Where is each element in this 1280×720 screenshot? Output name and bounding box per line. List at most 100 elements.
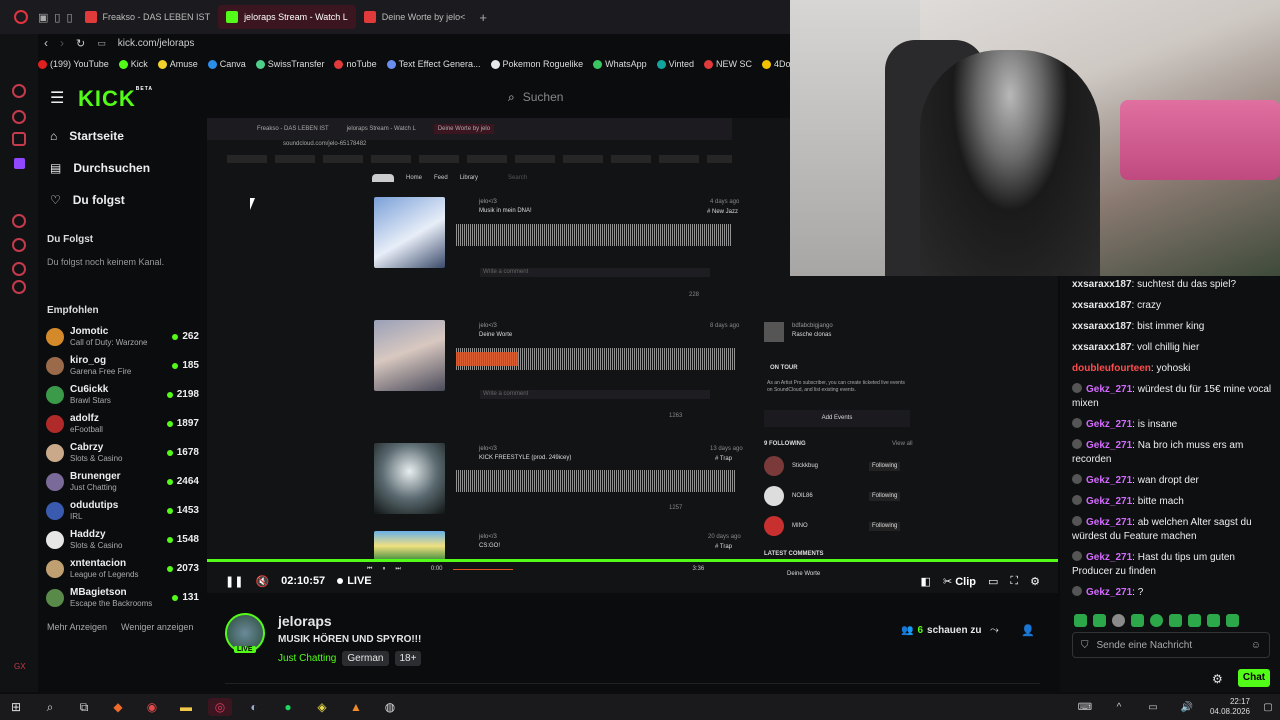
tag-18plus[interactable]: 18+ (394, 651, 422, 666)
sidebar-aria-icon[interactable] (12, 84, 26, 98)
address-input[interactable]: kick.com/jeloraps (118, 38, 195, 49)
pause-icon[interactable]: ❚❚ (225, 575, 243, 588)
bookmark-4[interactable]: SwissTransfer (255, 59, 324, 69)
tag-german[interactable]: German (342, 651, 389, 666)
obs-icon[interactable]: ◍ (378, 698, 402, 716)
browser-tab-0[interactable]: Freakso - DAS LEBEN IST (77, 5, 219, 29)
chat-username[interactable]: Gekz_271 (1086, 552, 1132, 563)
spotify-icon[interactable]: ● (276, 698, 300, 716)
sidebar-instagram-icon[interactable] (12, 132, 26, 146)
bookmark-11[interactable]: 4Dow (761, 59, 790, 69)
workspaces-icon[interactable]: ▣ (38, 11, 48, 24)
vlc-icon[interactable]: ▲ (344, 698, 368, 716)
emote-icon[interactable] (1074, 614, 1087, 627)
channel-name[interactable]: jeloraps (278, 613, 332, 629)
windows-start-icon[interactable]: ⊞ (4, 698, 28, 716)
sidebar-cube-icon[interactable] (12, 262, 26, 276)
chat-username[interactable]: Gekz_271 (1086, 440, 1132, 451)
keyboard-icon[interactable]: ⌨ (1073, 698, 1097, 716)
channel-item[interactable]: Jomotic Call of Duty: Warzone 262 (38, 322, 203, 351)
chat-username[interactable]: Gekz_271 (1086, 517, 1132, 528)
taskbar-clock[interactable]: 22:17 04.08.2026 (1210, 697, 1250, 717)
sidebar-clock-icon[interactable] (12, 238, 26, 252)
chat-settings-icon[interactable]: ⚙ (1212, 672, 1223, 686)
clip-button[interactable]: ✂ Clip (943, 575, 976, 588)
notification-icon[interactable]: ▢ (1261, 698, 1275, 716)
browser-tab-2[interactable]: Deine Worte by jelo< (356, 5, 474, 29)
nav-browse[interactable]: ▤ Durchsuchen (38, 152, 203, 184)
emote-icon[interactable] (1150, 614, 1163, 627)
chat-username[interactable]: xxsaraxx187 (1072, 300, 1132, 311)
network-icon[interactable]: ▭ (1141, 698, 1165, 716)
live-indicator[interactable]: LIVE (337, 575, 372, 587)
mute-icon[interactable]: 🔇 (255, 575, 269, 588)
sidebar-twitch-icon[interactable] (14, 158, 25, 169)
follow-user-icon[interactable]: 👤 (1021, 624, 1035, 637)
stream-progress-bar[interactable] (207, 559, 1058, 562)
sidebar-history-icon[interactable] (12, 214, 26, 228)
opera-logo-icon[interactable] (14, 10, 28, 24)
search-input[interactable]: Suchen (523, 90, 564, 104)
search-bar[interactable]: ⌕ Suchen (508, 86, 748, 108)
emote-icon[interactable] (1131, 614, 1144, 627)
bookmark-9[interactable]: Vinted (656, 59, 694, 69)
explorer-icon[interactable]: ▬ (174, 698, 198, 716)
bookmark-5[interactable]: noTube (334, 59, 377, 69)
menu-icon[interactable]: ☰ (50, 88, 64, 108)
chat-send-button[interactable]: Chat (1238, 669, 1270, 687)
chrome-icon[interactable]: ◉ (140, 698, 164, 716)
show-more-link[interactable]: Mehr Anzeigen (47, 622, 107, 632)
chat-username[interactable]: Gekz_271 (1086, 475, 1132, 486)
bookmark-10[interactable]: NEW SC (703, 59, 752, 69)
channel-item[interactable]: Haddzy Slots & Casino 1548 (38, 525, 203, 554)
browser-tab-1[interactable]: jeloraps Stream - Watch L (218, 5, 356, 29)
sidebar-messenger-icon[interactable] (12, 110, 26, 124)
emote-icon[interactable] (1226, 614, 1239, 627)
reload-icon[interactable]: ↻ (76, 37, 85, 50)
bookmark-8[interactable]: WhatsApp (593, 59, 647, 69)
bookmark-1[interactable]: Kick (118, 59, 148, 69)
taskbar-app-icon[interactable]: ◈ (310, 698, 334, 716)
forward-icon[interactable]: › (60, 36, 64, 50)
new-tab-icon[interactable]: + (479, 10, 487, 25)
sidebar-gx-icon[interactable]: GX (14, 662, 26, 671)
task-view-icon[interactable]: ⧉ (72, 698, 96, 716)
channel-item[interactable]: Brunenger Just Chatting 2464 (38, 467, 203, 496)
channel-item[interactable]: Cabrzy Slots & Casino 1678 (38, 438, 203, 467)
pip-icon[interactable]: ◧ (921, 575, 931, 588)
tab-pages-icon[interactable]: ▯ (54, 11, 60, 24)
chat-username[interactable]: Gekz_271 (1086, 496, 1132, 507)
chat-username[interactable]: Gekz_271 (1086, 419, 1132, 430)
emote-icon[interactable] (1093, 614, 1106, 627)
emoji-icon[interactable]: ☺ (1251, 640, 1261, 651)
chat-username[interactable]: xxsaraxx187 (1072, 321, 1132, 332)
bookmark-3[interactable]: Canva (207, 59, 246, 69)
channel-item[interactable]: adolfz eFootball 1897 (38, 409, 203, 438)
bookmark-2[interactable]: Amuse (157, 59, 198, 69)
fullscreen-icon[interactable]: ⛶ (1010, 575, 1018, 588)
chat-username[interactable]: Gekz_271 (1086, 384, 1132, 395)
bookmark-0[interactable]: (199) YouTube (38, 59, 109, 69)
theater-mode-icon[interactable]: ▭ (988, 575, 998, 588)
channel-item[interactable]: kiro_og Garena Free Fire 185 (38, 351, 203, 380)
emote-icon[interactable] (1207, 614, 1220, 627)
nav-home[interactable]: ⌂ Startseite (38, 120, 203, 152)
bookmark-7[interactable]: Pokemon Roguelike (490, 59, 583, 69)
emote-icon[interactable] (1188, 614, 1201, 627)
settings-icon[interactable]: ⚙ (1030, 575, 1040, 588)
emote-icon[interactable] (1112, 614, 1125, 627)
nav-following[interactable]: ♡ Du folgst (38, 184, 203, 216)
sidebar-settings-icon[interactable] (12, 280, 26, 294)
chat-input[interactable]: ⛉ Sende eine Nachricht ☺ (1072, 632, 1270, 658)
emote-icon[interactable] (1169, 614, 1182, 627)
kick-logo[interactable]: KICKBETA (78, 86, 153, 112)
chat-username[interactable]: xxsaraxx187 (1072, 342, 1132, 353)
channel-item[interactable]: xntentacion League of Legends 2073 (38, 554, 203, 583)
opera-gx-icon[interactable]: ◎ (208, 698, 232, 716)
channel-item[interactable]: odudutips IRL 1453 (38, 496, 203, 525)
channel-item[interactable]: Cu6ickk Brawl Stars 2198 (38, 380, 203, 409)
back-icon[interactable]: ‹ (44, 36, 48, 50)
tray-chevron-icon[interactable]: ^ (1107, 698, 1131, 716)
show-less-link[interactable]: Weniger anzeigen (121, 622, 193, 632)
channel-item[interactable]: MBagietson Escape the Backrooms 131 (38, 583, 203, 612)
